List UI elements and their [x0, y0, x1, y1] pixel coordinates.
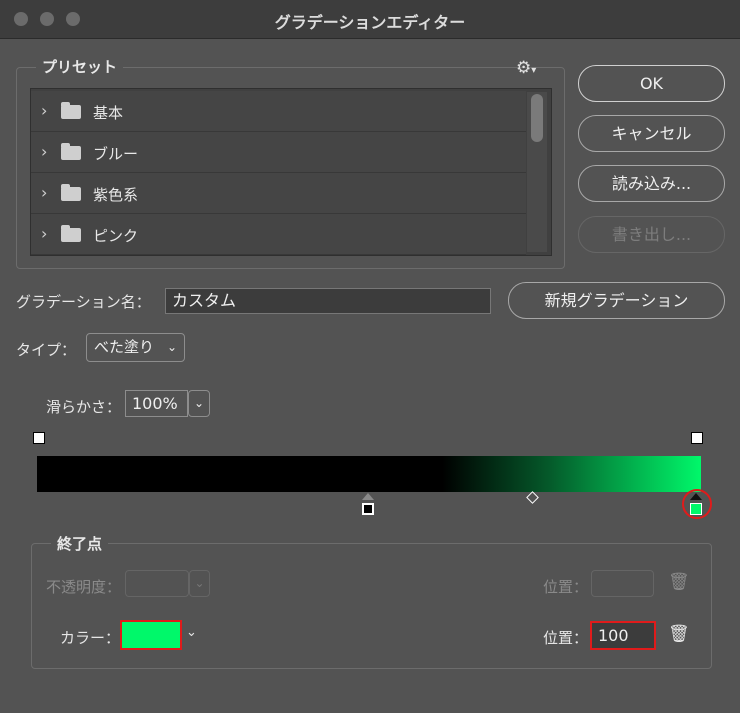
- gradient-preview-bar[interactable]: [37, 456, 701, 492]
- smoothness-dropdown[interactable]: ⌄: [188, 390, 210, 417]
- preset-folder-purple[interactable]: › 紫色系: [31, 173, 526, 214]
- chevron-right-icon[interactable]: ›: [41, 183, 47, 202]
- preset-folder-basic[interactable]: › 基本: [31, 91, 526, 132]
- trash-icon[interactable]: 🗑: [668, 572, 690, 592]
- chevron-right-icon[interactable]: ›: [41, 224, 47, 243]
- preset-folder-pink[interactable]: › ピンク: [31, 214, 526, 255]
- folder-icon: [61, 143, 81, 160]
- ok-button[interactable]: OK: [578, 65, 725, 102]
- preset-scrollbar-thumb[interactable]: [531, 94, 543, 142]
- stops-group: [31, 543, 712, 669]
- color-swatch[interactable]: [120, 620, 182, 650]
- presets-legend: プリセット: [36, 56, 124, 77]
- folder-icon: [61, 102, 81, 119]
- preset-folder-blue[interactable]: › ブルー: [31, 132, 526, 173]
- preset-folder-label: ピンク: [93, 227, 139, 245]
- opacity-stop-left[interactable]: [33, 432, 45, 444]
- export-button[interactable]: 書き出し...: [578, 216, 725, 253]
- chevron-right-icon[interactable]: ›: [41, 142, 47, 161]
- preset-folder-label: 紫色系: [93, 186, 139, 204]
- opacity-input[interactable]: [125, 570, 189, 597]
- gradient-midpoint-diamond[interactable]: [526, 491, 539, 504]
- folder-icon: [61, 184, 81, 201]
- type-label: タイプ：: [16, 341, 77, 359]
- opacity-dropdown[interactable]: ⌄: [189, 570, 210, 597]
- color-label: カラー：: [60, 629, 121, 647]
- preset-folder-label: ブルー: [93, 145, 139, 163]
- chevron-right-icon[interactable]: ›: [41, 101, 47, 120]
- color-stop-left[interactable]: [362, 503, 374, 515]
- chevron-down-icon: ⌄: [194, 576, 205, 590]
- opacity-location-label: 位置：: [543, 578, 589, 596]
- cancel-button[interactable]: キャンセル: [578, 115, 725, 152]
- chevron-down-icon: ⌄: [193, 396, 205, 410]
- window-title: グラデーションエディター: [274, 13, 466, 32]
- color-stop-right[interactable]: [690, 503, 702, 515]
- preset-list[interactable]: › 基本 › ブルー › 紫色系 › ピンク: [30, 88, 552, 256]
- color-stop-right-pointer: [690, 493, 702, 500]
- stops-legend: 終了点: [51, 533, 109, 554]
- type-select[interactable]: べた塗り ⌄: [86, 333, 185, 362]
- gear-icon[interactable]: ⚙▾: [516, 58, 536, 78]
- type-select-value: べた塗り: [94, 338, 155, 356]
- color-stop-left-pointer: [362, 493, 374, 500]
- new-gradient-button[interactable]: 新規グラデーション: [508, 282, 725, 319]
- chevron-down-icon[interactable]: ⌄: [186, 625, 197, 640]
- color-location-input[interactable]: 100: [590, 621, 656, 650]
- opacity-location-input[interactable]: [591, 570, 654, 597]
- gradient-name-input[interactable]: カスタム: [165, 288, 491, 314]
- smoothness-label: 滑らかさ：: [46, 398, 122, 416]
- color-location-label: 位置：: [543, 629, 589, 647]
- preset-folder-label: 基本: [93, 104, 124, 122]
- chevron-down-icon: ⌄: [166, 340, 177, 354]
- trash-icon[interactable]: 🗑: [668, 624, 690, 644]
- load-button[interactable]: 読み込み...: [578, 165, 725, 202]
- opacity-label: 不透明度：: [46, 578, 122, 596]
- folder-icon: [61, 225, 81, 242]
- smoothness-input[interactable]: 100%: [125, 390, 188, 417]
- gradient-name-label: グラデーション名：: [16, 293, 151, 311]
- opacity-stop-right[interactable]: [691, 432, 703, 444]
